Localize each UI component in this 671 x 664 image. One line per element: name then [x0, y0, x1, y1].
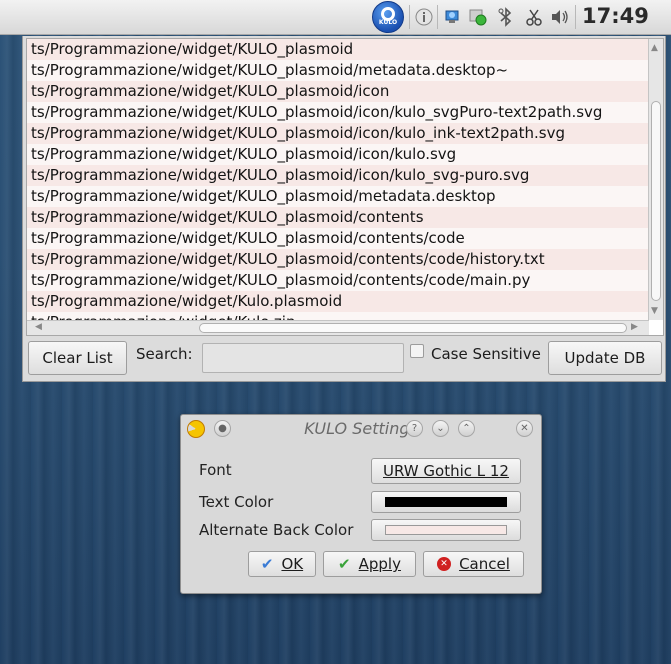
volume-icon[interactable] — [550, 7, 570, 27]
ok-button[interactable]: ✔ OK — [248, 551, 316, 577]
list-item[interactable]: ts/Programmazione/widget/Kulo.zip — [27, 312, 649, 320]
alt-back-color-button[interactable] — [371, 519, 521, 541]
cancel-icon: ✕ — [437, 557, 452, 571]
panel-separator — [409, 5, 410, 29]
case-sensitive-checkbox[interactable] — [410, 344, 424, 358]
maximize-icon[interactable]: ⌃ — [458, 420, 475, 437]
top-panel: KULO 17:49 — [0, 0, 671, 35]
bluetooth-icon[interactable] — [496, 7, 516, 27]
alt-back-color-swatch — [385, 525, 507, 535]
vertical-scroll-thumb[interactable] — [651, 101, 661, 301]
scroll-right-icon[interactable]: ▶ — [631, 322, 638, 332]
font-label: Font — [199, 461, 232, 479]
info-icon[interactable] — [414, 7, 434, 27]
list-item[interactable]: ts/Programmazione/widget/KULO_plasmoid/i… — [27, 102, 649, 123]
list-item[interactable]: ts/Programmazione/widget/KULO_plasmoid/i… — [27, 144, 649, 165]
update-icon[interactable] — [468, 7, 488, 27]
list-item[interactable]: ts/Programmazione/widget/KULO_plasmoid/i… — [27, 123, 649, 144]
search-input[interactable] — [202, 343, 404, 373]
text-color-label: Text Color — [199, 493, 274, 511]
list-item[interactable]: ts/Programmazione/widget/KULO_plasmoid/c… — [27, 249, 649, 270]
cancel-button[interactable]: ✕ Cancel — [423, 551, 524, 577]
panel-separator — [575, 5, 576, 29]
kulo-settings-dialog: ● KULO Settings ? ⌄ ⌃ ✕ Font URW Gothic … — [180, 414, 542, 594]
file-list: ts/Programmazione/widget/KULO_plasmoid ts… — [26, 38, 664, 336]
list-item[interactable]: ts/Programmazione/widget/KULO_plasmoid/m… — [27, 186, 649, 207]
list-item[interactable]: ts/Programmazione/widget/KULO_plasmoid/i… — [27, 165, 649, 186]
scissors-icon[interactable] — [524, 7, 544, 27]
list-item[interactable]: ts/Programmazione/widget/KULO_plasmoid/i… — [27, 81, 649, 102]
clock[interactable]: 17:49 — [582, 4, 649, 28]
kulo-launcher-icon[interactable]: KULO — [372, 1, 404, 33]
horizontal-scroll-thumb[interactable] — [199, 323, 627, 333]
update-db-button[interactable]: Update DB — [548, 341, 662, 375]
close-icon[interactable]: ✕ — [516, 420, 533, 437]
kulo-badge-text: KULO — [378, 19, 398, 26]
font-button[interactable]: URW Gothic L 12 — [371, 458, 521, 484]
case-sensitive-label: Case Sensitive — [431, 345, 541, 363]
text-color-button[interactable] — [371, 491, 521, 513]
cancel-label: Cancel — [459, 555, 510, 573]
list-item[interactable]: ts/Programmazione/widget/KULO_plasmoid/c… — [27, 228, 649, 249]
minimize-icon[interactable]: ⌄ — [432, 420, 449, 437]
ok-check-icon: ✔ — [260, 555, 274, 573]
alt-back-color-label: Alternate Back Color — [199, 521, 354, 539]
list-item[interactable]: ts/Programmazione/widget/KULO_plasmoid/c… — [27, 207, 649, 228]
apply-button[interactable]: ✔ Apply — [323, 551, 416, 577]
list-item[interactable]: ts/Programmazione/widget/KULO_plasmoid/m… — [27, 60, 649, 81]
vertical-scrollbar[interactable]: ▲ ▼ — [648, 39, 663, 320]
dialog-title: KULO Settings — [304, 419, 418, 438]
search-label: Search: — [136, 345, 193, 363]
network-icon[interactable] — [442, 7, 462, 27]
clear-list-button[interactable]: Clear List — [28, 341, 127, 375]
file-list-rows: ts/Programmazione/widget/KULO_plasmoid ts… — [27, 39, 649, 320]
help-icon[interactable]: ? — [406, 420, 423, 437]
horizontal-scrollbar[interactable]: ◀ ▶ — [27, 320, 649, 335]
scroll-down-icon[interactable]: ▼ — [651, 306, 658, 316]
kulo-main-window: ts/Programmazione/widget/KULO_plasmoid ts… — [22, 36, 666, 382]
scroll-up-icon[interactable]: ▲ — [651, 43, 658, 53]
text-color-swatch — [385, 497, 507, 507]
list-item[interactable]: ts/Programmazione/widget/Kulo.plasmoid — [27, 291, 649, 312]
apply-label: Apply — [358, 555, 401, 573]
scroll-left-icon[interactable]: ◀ — [35, 322, 42, 332]
apply-check-icon: ✔ — [338, 555, 351, 573]
ok-label: OK — [281, 555, 304, 573]
list-item[interactable]: ts/Programmazione/widget/KULO_plasmoid/c… — [27, 270, 649, 291]
list-item[interactable]: ts/Programmazione/widget/KULO_plasmoid — [27, 39, 649, 60]
panel-separator — [437, 5, 438, 29]
dialog-titlebar[interactable]: ● KULO Settings ? ⌄ ⌃ ✕ — [181, 415, 541, 443]
